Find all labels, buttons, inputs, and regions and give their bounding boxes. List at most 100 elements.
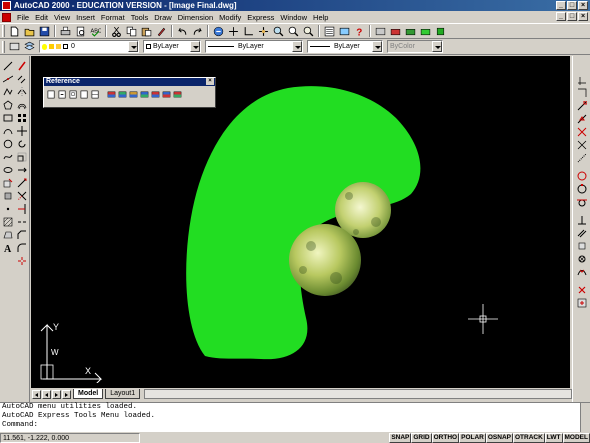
xref-manager-icon[interactable] <box>46 89 56 100</box>
express-layer-icon[interactable] <box>374 25 388 38</box>
horizontal-scrollbar[interactable] <box>144 389 572 399</box>
ellipse-icon[interactable] <box>2 164 14 176</box>
menu-edit[interactable]: Edit <box>32 13 51 22</box>
close-icon[interactable]: × <box>206 78 214 85</box>
chevron-down-icon[interactable] <box>292 41 302 52</box>
print-preview-icon[interactable] <box>74 25 88 38</box>
snap-endpoint-icon[interactable] <box>576 100 588 112</box>
new-file-icon[interactable] <box>8 25 22 38</box>
grid-toggle[interactable]: GRID <box>411 432 432 443</box>
menu-modify[interactable]: Modify <box>216 13 244 22</box>
xref-clip-icon[interactable] <box>68 89 78 100</box>
osnap-settings-icon[interactable] <box>576 297 588 309</box>
command-window[interactable]: AutoCAD menu utilities loaded. AutoCAD E… <box>0 402 590 432</box>
redo-icon[interactable] <box>191 25 205 38</box>
cut-icon[interactable] <box>110 25 124 38</box>
circle-icon[interactable] <box>2 138 14 150</box>
pan-icon[interactable] <box>257 25 271 38</box>
autocad-app-icon[interactable] <box>2 1 11 10</box>
layers-icon[interactable] <box>23 40 37 53</box>
image-adjust-icon[interactable] <box>139 89 149 100</box>
image-frame-icon[interactable] <box>172 89 182 100</box>
drawing-canvas[interactable]: Y W X Reference × <box>31 56 570 388</box>
snap-extension-icon[interactable] <box>576 152 588 164</box>
rectangle-icon[interactable] <box>2 112 14 124</box>
menu-view[interactable]: View <box>51 13 73 22</box>
image-attach-icon[interactable] <box>117 89 127 100</box>
menu-help[interactable]: Help <box>310 13 331 22</box>
linetype-dropdown[interactable]: ByLayer <box>205 40 303 53</box>
lineweight-dropdown[interactable]: ByLayer <box>307 40 383 53</box>
spline-icon[interactable] <box>2 151 14 163</box>
document-icon[interactable] <box>2 12 11 22</box>
arc-icon[interactable] <box>2 125 14 137</box>
doc-minimize-button[interactable]: _ <box>556 12 566 21</box>
move-icon[interactable] <box>16 125 28 137</box>
ucs-icon[interactable] <box>242 25 256 38</box>
menu-dimension[interactable]: Dimension <box>175 13 216 22</box>
array-icon[interactable] <box>16 112 28 124</box>
polygon-icon[interactable] <box>2 99 14 111</box>
snap-nearest-icon[interactable] <box>576 266 588 278</box>
design-center-icon[interactable] <box>338 25 352 38</box>
layer-dropdown[interactable]: 0 <box>39 40 139 53</box>
scale-icon[interactable] <box>16 151 28 163</box>
copy-icon[interactable] <box>125 25 139 38</box>
erase-icon[interactable] <box>16 60 28 72</box>
temp-tracking-icon[interactable] <box>576 74 588 86</box>
xbind-icon[interactable] <box>79 89 89 100</box>
image-quality-icon[interactable] <box>150 89 160 100</box>
snap-from-icon[interactable] <box>576 87 588 99</box>
tab-model[interactable]: Model <box>73 389 104 399</box>
stretch-icon[interactable] <box>16 164 28 176</box>
hatch-icon[interactable] <box>2 216 14 228</box>
insert-block-icon[interactable] <box>2 177 14 189</box>
spell-check-icon[interactable]: ABC <box>89 25 103 38</box>
snap-perpendicular-icon[interactable] <box>576 214 588 226</box>
reference-toolbar[interactable]: Reference × <box>43 77 216 108</box>
lwt-toggle[interactable]: LWT <box>544 432 563 443</box>
make-layer-current-icon[interactable] <box>8 40 22 53</box>
zoom-window-icon[interactable] <box>287 25 301 38</box>
menu-insert[interactable]: Insert <box>73 13 98 22</box>
reference-toolbar-title[interactable]: Reference × <box>44 78 215 86</box>
doc-close-button[interactable]: × <box>578 12 588 21</box>
chevron-down-icon[interactable] <box>372 41 382 52</box>
tab-layout1[interactable]: Layout1 <box>105 389 141 399</box>
menu-express[interactable]: Express <box>244 13 277 22</box>
mirror-icon[interactable] <box>16 86 28 98</box>
region-icon[interactable] <box>2 229 14 241</box>
snap-none-icon[interactable] <box>576 284 588 296</box>
break-icon[interactable] <box>16 216 28 228</box>
save-icon[interactable] <box>38 25 52 38</box>
print-icon[interactable] <box>59 25 73 38</box>
snap-intersection-icon[interactable] <box>576 126 588 138</box>
image-icon[interactable] <box>106 89 116 100</box>
image-transparency-icon[interactable] <box>161 89 171 100</box>
menu-file[interactable]: File <box>14 13 32 22</box>
express-modify-icon[interactable] <box>434 25 448 38</box>
express-block-icon[interactable] <box>389 25 403 38</box>
textured-sphere-large[interactable] <box>289 224 361 296</box>
snap-parallel-icon[interactable] <box>576 227 588 239</box>
minimize-button[interactable]: _ <box>556 1 566 10</box>
undo-icon[interactable] <box>176 25 190 38</box>
chevron-down-icon[interactable] <box>190 41 200 52</box>
snap-midpoint-icon[interactable] <box>576 113 588 125</box>
tab-first-button[interactable] <box>32 389 41 399</box>
multiline-text-icon[interactable]: A <box>2 242 14 254</box>
snap-quadrant-icon[interactable] <box>576 183 588 195</box>
fillet-icon[interactable] <box>16 242 28 254</box>
zoom-realtime-icon[interactable] <box>272 25 286 38</box>
doc-restore-button[interactable]: □ <box>567 12 577 21</box>
properties-icon[interactable] <box>323 25 337 38</box>
toolbar-grip[interactable] <box>2 40 5 53</box>
xref-frame-icon[interactable] <box>90 89 100 100</box>
image-clip-icon[interactable] <box>128 89 138 100</box>
model-toggle[interactable]: MODEL <box>562 432 590 443</box>
point-icon[interactable] <box>2 203 14 215</box>
lengthen-icon[interactable] <box>16 177 28 189</box>
menu-draw[interactable]: Draw <box>151 13 175 22</box>
extend-icon[interactable] <box>16 203 28 215</box>
open-folder-icon[interactable] <box>23 25 37 38</box>
